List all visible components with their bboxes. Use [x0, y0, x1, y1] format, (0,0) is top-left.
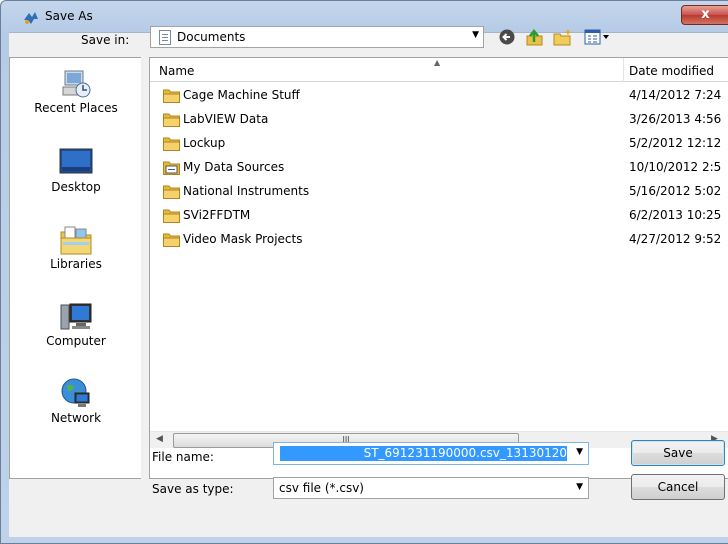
file-row[interactable]: LabVIEW Data 3/26/2013 4:56 [150, 108, 728, 132]
libraries-icon [60, 226, 92, 255]
file-row[interactable]: Lockup 5/2/2012 12:12 [150, 132, 728, 156]
file-name: National Instruments [183, 184, 310, 198]
new-folder-icon[interactable] [553, 28, 573, 46]
file-date: 6/2/2013 10:25 [629, 208, 722, 222]
views-menu-icon[interactable] [584, 28, 612, 46]
save-as-dialog: Save As x Save in: Documents ▼ Recent Pl… [0, 0, 728, 544]
file-name: Video Mask Projects [183, 232, 303, 246]
place-network[interactable]: Network [10, 378, 142, 425]
place-label: Network [50, 411, 102, 425]
place-desktop[interactable]: Desktop [10, 147, 142, 194]
place-libraries[interactable]: Libraries [10, 224, 142, 271]
file-name: Cage Machine Stuff [183, 88, 300, 102]
file-name: LabVIEW Data [183, 112, 269, 126]
close-button[interactable]: x [681, 5, 728, 25]
window-title: Save As [45, 9, 93, 23]
network-icon [61, 378, 90, 407]
file-row[interactable]: Cage Machine Stuff 4/14/2012 7:24 [150, 84, 728, 108]
file-date: 4/14/2012 7:24 [629, 88, 722, 102]
save-in-value: Documents [177, 30, 246, 44]
chevron-down-icon[interactable]: ▼ [576, 482, 583, 492]
chevron-down-icon: ▼ [472, 30, 479, 40]
folder-icon [163, 89, 180, 103]
place-recent-places[interactable]: Recent Places [10, 68, 142, 115]
place-computer[interactable]: Computer [10, 301, 142, 348]
chevron-down-icon[interactable]: ▼ [576, 447, 583, 457]
computer-icon [60, 303, 92, 330]
data-source-folder-icon [163, 161, 180, 175]
place-label: Computer [46, 334, 106, 348]
place-label: Desktop [51, 180, 101, 194]
file-row[interactable]: Video Mask Projects 4/27/2012 9:52 [150, 228, 728, 252]
folder-icon [163, 113, 180, 127]
file-list[interactable]: Name ▲ Date modified Cage Machine Stuff … [149, 57, 728, 479]
column-separator[interactable] [623, 58, 624, 82]
file-date: 4/27/2012 9:52 [629, 232, 722, 246]
scroll-left-icon[interactable]: ◀ [156, 434, 163, 444]
place-label: Libraries [50, 257, 102, 271]
save-as-type-dropdown[interactable]: csv file (*.csv) ▼ [273, 477, 589, 499]
save-in-label: Save in: [81, 33, 130, 47]
sort-ascending-icon: ▲ [434, 58, 441, 67]
folder-icon [163, 185, 180, 199]
column-header-row: Name ▲ Date modified [150, 58, 728, 82]
up-folder-icon[interactable] [525, 28, 545, 46]
file-row[interactable]: SVi2FFDTM 6/2/2013 10:25 [150, 204, 728, 228]
back-icon[interactable] [498, 28, 518, 46]
file-name: My Data Sources [183, 160, 285, 174]
folder-icon [163, 233, 180, 247]
save-in-dropdown[interactable]: Documents ▼ [150, 26, 484, 48]
app-icon [24, 12, 38, 24]
place-label: Recent Places [34, 101, 118, 115]
file-date: 5/2/2012 12:12 [629, 136, 722, 150]
file-name-value[interactable]: 13130120_ST_691231190000.csv [280, 446, 567, 461]
recent-places-icon [62, 70, 91, 98]
file-date: 10/10/2012 2:5 [629, 160, 722, 174]
desktop-icon [59, 148, 93, 174]
file-name: SVi2FFDTM [183, 208, 251, 222]
folder-icon [163, 137, 180, 151]
places-bar: Recent Places Desktop Libraries Computer… [9, 57, 141, 479]
cancel-button[interactable]: Cancel [631, 474, 725, 500]
folder-icon [163, 209, 180, 223]
save-button[interactable]: Save [631, 440, 725, 466]
file-row[interactable]: My Data Sources 10/10/2012 2:5 [150, 156, 728, 180]
documents-icon [159, 30, 171, 45]
file-name-label: File name: [152, 450, 214, 464]
file-row[interactable]: National Instruments 5/16/2012 5:02 [150, 180, 728, 204]
column-header-name[interactable]: Name [159, 64, 194, 78]
save-as-type-value: csv file (*.csv) [279, 481, 364, 495]
column-header-date-modified[interactable]: Date modified [629, 64, 714, 78]
file-name: Lockup [183, 136, 226, 150]
file-name-input[interactable]: 13130120_ST_691231190000.csv ▼ [273, 442, 589, 465]
file-date: 3/26/2013 4:56 [629, 112, 722, 126]
file-date: 5/16/2012 5:02 [629, 184, 722, 198]
save-as-type-label: Save as type: [152, 482, 234, 496]
